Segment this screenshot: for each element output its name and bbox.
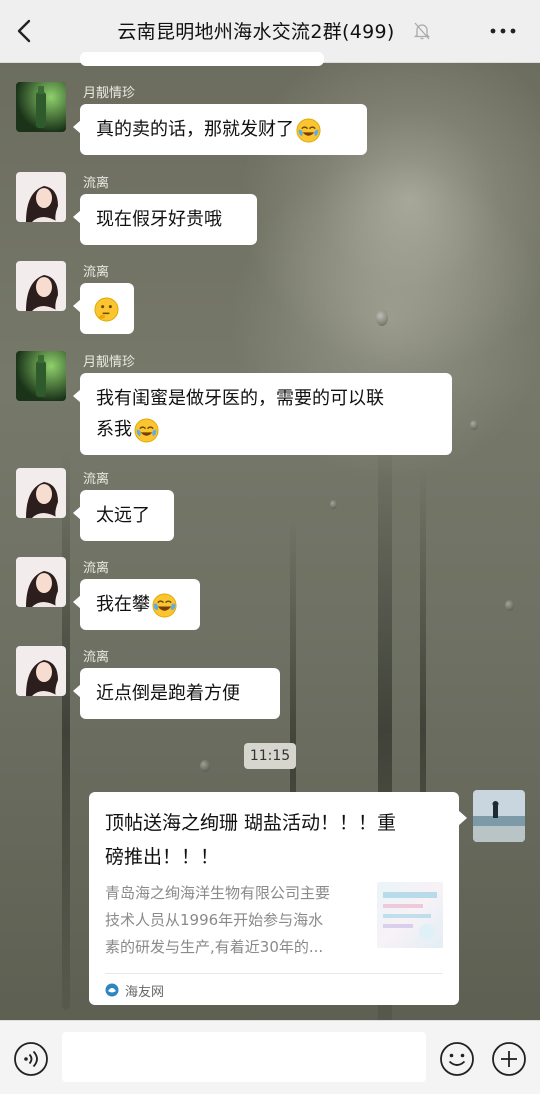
message-bubble[interactable]: 近点倒是跑着方便 — [73, 668, 280, 719]
plus-icon[interactable] — [491, 1041, 527, 1077]
input-bar — [0, 1020, 540, 1094]
message-bubble[interactable]: 我在攀 — [73, 579, 200, 630]
message-text-line: 系我 — [96, 419, 132, 440]
partial-message-bubble — [80, 52, 324, 66]
girl-avatar[interactable] — [16, 172, 66, 222]
message-bubble[interactable] — [73, 283, 134, 334]
link-card-source: 海友网 — [125, 985, 165, 1000]
girl-avatar[interactable] — [16, 646, 66, 696]
message-text-line: 我有闺蜜是做牙医的，需要的可以联 — [96, 388, 384, 409]
sender-name: 流离 — [83, 265, 110, 280]
girl-avatar[interactable] — [16, 261, 66, 311]
link-card-title-line: 顶帖送海之绚珊 瑚盐活动！！！重 — [105, 812, 397, 834]
thinking-emoji — [94, 296, 119, 322]
sender-name: 月靓情珍 — [83, 355, 136, 370]
more-horizontal-icon[interactable] — [488, 20, 518, 42]
my-avatar[interactable] — [473, 790, 525, 842]
girl-avatar[interactable] — [16, 557, 66, 607]
green-bottle-avatar[interactable] — [16, 82, 66, 132]
link-card-title: 顶帖送海之绚珊 瑚盐活动！！！重 磅推出！！！ — [105, 806, 445, 874]
emoji-icon[interactable] — [439, 1041, 475, 1077]
message-text: 现在假牙好贵哦 — [96, 209, 222, 230]
chevron-left-icon[interactable] — [10, 16, 40, 46]
link-card[interactable]: 顶帖送海之绚珊 瑚盐活动！！！重 磅推出！！！ 青岛海之绚海洋生物有限公司主要 … — [89, 792, 467, 1005]
link-card-title-line: 磅推出！！！ — [105, 846, 220, 868]
sender-name: 流离 — [83, 176, 110, 191]
message-bubble[interactable]: 我有闺蜜是做牙医的，需要的可以联 系我 — [73, 373, 452, 455]
girl-avatar[interactable] — [16, 468, 66, 518]
tears-of-joy-emoji — [152, 592, 177, 618]
site-logo-icon — [105, 983, 119, 997]
chat-title: 云南昆明地州海水交流2群(499) — [117, 21, 395, 43]
bell-off-icon — [413, 22, 431, 40]
sender-name: 月靓情珍 — [83, 86, 136, 101]
crying-laughing-emoji — [296, 117, 321, 143]
sender-name: 流离 — [83, 472, 110, 487]
message-bubble[interactable]: 真的卖的话，那就发财了 — [73, 104, 367, 155]
link-card-desc-line: 素的研发与生产,有着近30年的... — [105, 938, 324, 956]
message-input[interactable] — [62, 1032, 426, 1082]
message-bubble[interactable]: 现在假牙好贵哦 — [73, 194, 257, 245]
message-text: 我在攀 — [96, 594, 150, 615]
message-text: 近点倒是跑着方便 — [96, 683, 240, 704]
message-text: 真的卖的话，那就发财了 — [96, 119, 294, 140]
sender-name: 流离 — [83, 561, 110, 576]
green-bottle-avatar[interactable] — [16, 351, 66, 401]
link-card-divider — [105, 973, 443, 974]
link-card-thumbnail — [377, 882, 443, 948]
message-text: 太远了 — [96, 505, 150, 526]
link-card-desc-line: 技术人员从1996年开始参与海水 — [105, 911, 324, 929]
sender-name: 流离 — [83, 650, 110, 665]
crying-laughing-emoji — [134, 417, 159, 443]
voice-icon[interactable] — [13, 1041, 49, 1077]
link-card-description: 青岛海之绚海洋生物有限公司主要 技术人员从1996年开始参与海水 素的研发与生产… — [105, 880, 361, 961]
message-bubble[interactable]: 太远了 — [73, 490, 174, 541]
time-divider: 11:15 — [244, 743, 296, 769]
message-list[interactable]: 月靓情珍 真的卖的话，那就发财了 流离 现在假牙好贵哦 流离 月靓情珍 我有闺蜜… — [0, 52, 540, 1020]
link-card-desc-line: 青岛海之绚海洋生物有限公司主要 — [105, 884, 331, 902]
